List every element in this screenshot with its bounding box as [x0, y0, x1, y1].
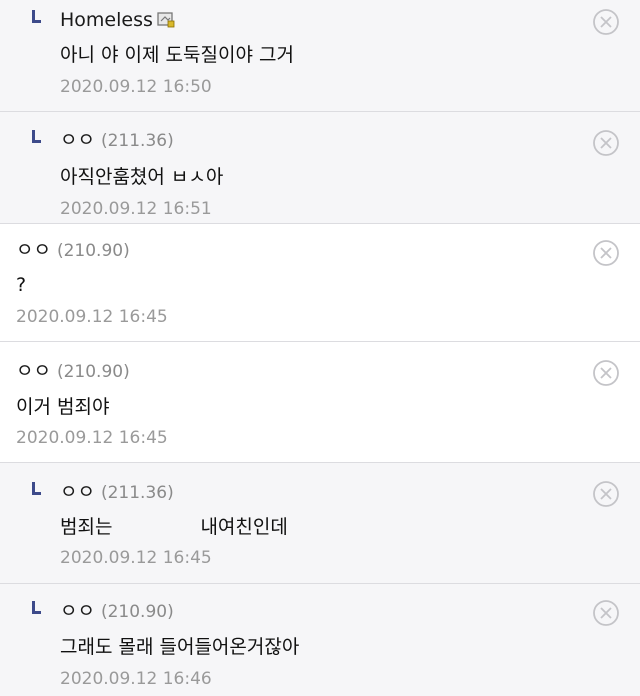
close-circle-icon[interactable] [592, 8, 620, 36]
author-name[interactable]: Homeless [60, 9, 153, 31]
author-name[interactable]: ㅇㅇ [16, 360, 51, 382]
author-ip: (211.36) [100, 131, 174, 151]
author-name[interactable]: ㅇㅇ [60, 481, 95, 503]
author-ip: (210.90) [56, 362, 130, 382]
reply-arrow-icon [32, 482, 41, 495]
comment-author[interactable]: ㅇㅇ (211.36) [60, 128, 174, 153]
author-ip: (211.36) [100, 483, 174, 503]
comment-item: ㅇㅇ (210.90) 그래도 몰래 들어들어온거잖아 2020.09.12 16… [0, 584, 640, 696]
reply-arrow-icon [32, 601, 41, 614]
comment-item: ㅇㅇ (210.90) 이거 범죄야 2020.09.12 16:45 [0, 342, 640, 463]
comment-text-part: 범죄는 [60, 516, 113, 538]
author-name[interactable]: ㅇㅇ [16, 239, 51, 261]
author-name[interactable]: ㅇㅇ [60, 129, 95, 151]
close-circle-icon[interactable] [592, 239, 620, 267]
comment-text: 범죄는 내여친인데 [60, 514, 288, 540]
comment-date: 2020.09.12 16:46 [60, 669, 212, 689]
close-circle-icon[interactable] [592, 129, 620, 157]
comment-author[interactable]: ㅇㅇ (210.90) [16, 238, 130, 263]
author-ip: (210.90) [100, 602, 174, 622]
author-name[interactable]: ㅇㅇ [60, 600, 95, 622]
comment-date: 2020.09.12 16:50 [60, 77, 212, 97]
comment-text: 이거 범죄야 [16, 396, 110, 418]
comment-text: 아니 야 이제 도둑질이야 그거 [60, 44, 294, 66]
comment-text: 아직안훔쳤어 ㅂㅅ아 [60, 166, 224, 188]
reply-arrow-icon [32, 130, 41, 143]
comment-author[interactable]: Homeless [60, 8, 175, 34]
reply-arrow-icon [32, 10, 41, 23]
comment-date: 2020.09.12 16:45 [16, 428, 168, 448]
member-badge-icon [157, 10, 175, 34]
comment-text: 그래도 몰래 들어들어온거잖아 [60, 636, 300, 658]
comment-date: 2020.09.12 16:45 [16, 307, 168, 327]
comment-date: 2020.09.12 16:45 [60, 548, 212, 568]
comment-date: 2020.09.12 16:51 [60, 199, 212, 219]
comment-item: ㅇㅇ (210.90) ? 2020.09.12 16:45 [0, 224, 640, 342]
comment-item: ㅇㅇ (211.36) 아직안훔쳤어 ㅂㅅ아 2020.09.12 16:51 [0, 112, 640, 224]
author-ip: (210.90) [56, 241, 130, 261]
comment-item: Homeless 아니 야 이제 도둑질이야 그거 2020.09.12 16:… [0, 0, 640, 112]
comment-author[interactable]: ㅇㅇ (211.36) [60, 480, 174, 505]
close-circle-icon[interactable] [592, 599, 620, 627]
comment-text-part: 내여친인데 [200, 516, 288, 538]
close-circle-icon[interactable] [592, 359, 620, 387]
comment-text: ? [16, 274, 27, 296]
close-circle-icon[interactable] [592, 480, 620, 508]
comment-list: Homeless 아니 야 이제 도둑질이야 그거 2020.09.12 16:… [0, 0, 640, 696]
comment-author[interactable]: ㅇㅇ (210.90) [60, 599, 174, 624]
comment-item: ㅇㅇ (211.36) 범죄는 내여친인데 2020.09.12 16:45 [0, 463, 640, 584]
comment-author[interactable]: ㅇㅇ (210.90) [16, 359, 130, 384]
